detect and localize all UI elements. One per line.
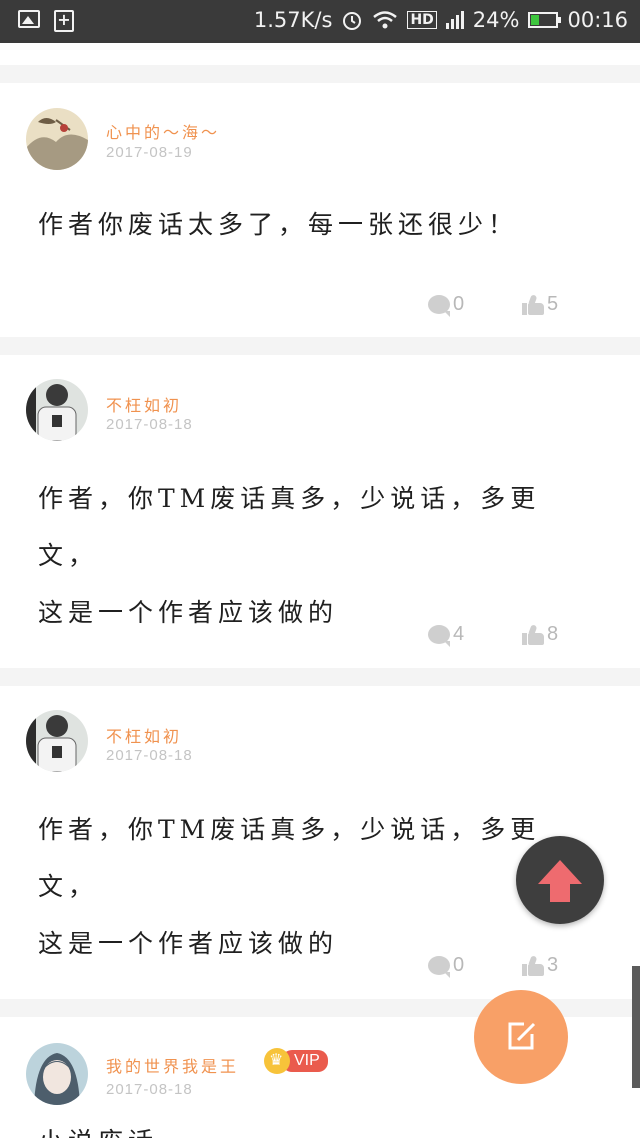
scrollbar[interactable]	[632, 966, 640, 1088]
comment-text-line: 这是一个作者应该做的	[38, 598, 339, 627]
reply-count: 0	[453, 293, 465, 315]
write-comment-button[interactable]	[474, 990, 568, 1084]
comment-bubble-icon	[428, 956, 450, 978]
crown-icon	[264, 1048, 290, 1074]
username[interactable]: 我的世界我是王	[106, 1053, 239, 1077]
vip-badge: VIP	[264, 1048, 328, 1074]
avatar[interactable]	[26, 1043, 88, 1105]
comment-card-partial	[0, 43, 640, 65]
thumbs-up-icon	[522, 954, 544, 976]
network-speed: 1.57K/s	[253, 8, 333, 32]
wifi-icon	[373, 11, 398, 29]
comment-text: 作者你废话太多了，每一张还很少！	[38, 196, 598, 253]
person-avatar	[26, 379, 88, 441]
comment-text-line: 作者你废话太多了，每一张还很少！	[38, 210, 519, 239]
signal-icon	[445, 11, 464, 29]
like-button[interactable]: 3	[522, 954, 558, 977]
anime-girl-avatar	[26, 1043, 88, 1105]
comment-text-line: 作者，你TM废话真多，少说话，多更文，	[38, 484, 541, 570]
status-bar: + 1.57K/s HD 24% 00:16	[0, 0, 640, 43]
comment-text-line: 作者，你TM废话真多，少说话，多更文，	[38, 815, 541, 901]
clock: 00:16	[567, 8, 628, 32]
comment-text-line: 这是一个作者应该做的	[38, 929, 339, 958]
like-button[interactable]: 5	[522, 293, 558, 316]
comment-date: 2017-08-18	[106, 416, 193, 433]
thumbs-up-icon	[522, 623, 544, 645]
comment-date: 2017-08-18	[106, 1081, 193, 1098]
avatar[interactable]	[26, 108, 88, 170]
username[interactable]: 不枉如初	[106, 392, 182, 416]
comment-card: 不枉如初 2017-08-18 作者，你TM废话真多，少说话，多更文， 这是一个…	[0, 355, 640, 668]
like-count: 3	[547, 954, 559, 976]
battery-percent: 24%	[472, 8, 520, 32]
comment-date: 2017-08-18	[106, 747, 193, 764]
like-button[interactable]: 8	[522, 623, 558, 646]
comment-text: 作者，你TM废话真多，少说话，多更文， 这是一个作者应该做的	[38, 801, 598, 972]
reply-count: 0	[453, 954, 465, 976]
avatar[interactable]	[26, 710, 88, 772]
arrow-up-icon	[538, 860, 582, 902]
like-count: 8	[547, 623, 559, 645]
username[interactable]: 不枉如初	[106, 723, 182, 747]
thumbs-up-icon	[522, 293, 544, 315]
comment-date: 2017-08-19	[106, 144, 193, 161]
username[interactable]: 心中的～海～	[106, 119, 220, 143]
avatar[interactable]	[26, 379, 88, 441]
reply-count-button[interactable]: 0	[428, 293, 465, 317]
reply-count-button[interactable]: 4	[428, 623, 465, 647]
comment-text: 小说废话	[38, 1113, 598, 1138]
comment-bubble-icon	[428, 625, 450, 647]
network-type-label: HD	[407, 11, 437, 29]
comment-text-line: 小说废话	[38, 1113, 598, 1138]
image-icon	[18, 10, 40, 28]
add-box-icon: +	[54, 10, 74, 32]
edit-icon	[508, 1022, 536, 1050]
comment-bubble-icon	[428, 295, 450, 317]
alarm-icon	[343, 12, 362, 30]
reply-count-button[interactable]: 0	[428, 954, 465, 978]
like-count: 5	[547, 293, 559, 315]
scroll-to-top-button[interactable]	[516, 836, 604, 924]
comment-card: 心中的～海～ 2017-08-19 作者你废话太多了，每一张还很少！ 0 5	[0, 83, 640, 337]
landscape-painting-avatar	[26, 108, 88, 170]
person-avatar	[26, 710, 88, 772]
battery-icon	[528, 12, 562, 28]
reply-count: 4	[453, 623, 465, 645]
comment-text: 作者，你TM废话真多，少说话，多更文， 这是一个作者应该做的	[38, 470, 598, 641]
